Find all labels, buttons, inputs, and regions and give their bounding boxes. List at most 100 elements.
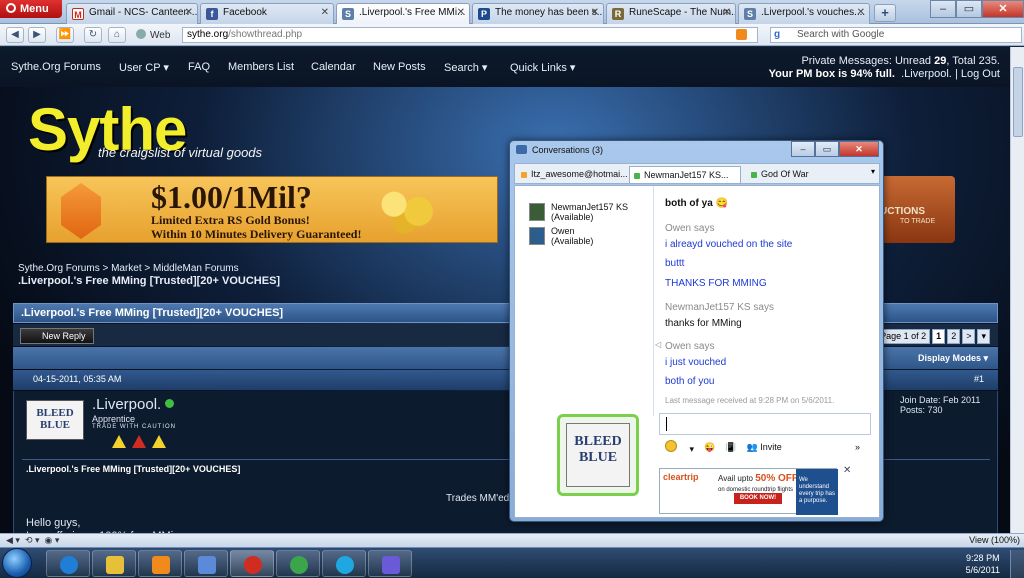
tab-close-icon[interactable]: ✕ [321,7,329,18]
auctions-sub: TO TRADE [900,218,936,225]
cleartrip-ad[interactable]: cleartrip Avail upto 50% OFF on domestic … [659,468,838,515]
tab-close-icon[interactable]: ✕ [857,7,865,18]
text-caret [666,417,667,431]
nav-user-cp[interactable]: User CP ▾ [119,61,169,74]
taskbar-opera[interactable] [230,550,274,577]
taskbar-paint[interactable] [184,550,228,577]
display-picture[interactable]: BLEED BLUE [557,414,639,496]
page-menu-chevron-icon[interactable]: ▾ [977,329,990,344]
tab-close-icon[interactable]: ✕ [185,7,193,18]
more-options-button[interactable]: » [855,442,860,452]
forward-button[interactable]: ▶ [28,27,46,43]
pm-username[interactable]: .Liverpool. [901,68,952,80]
reload-button[interactable]: ↻ [84,27,102,43]
close-button[interactable]: ✕ [982,0,1024,18]
post-username[interactable]: .Liverpool. [92,396,175,413]
tab-close-icon[interactable]: ✕ [723,7,731,18]
conversation-tab-itz-awesome[interactable]: Itz_awesome@hotmai... [517,166,627,183]
page-1-link[interactable]: 1 [932,329,946,344]
messenger-close-button[interactable]: ✕ [839,141,879,157]
pm-line1-mid: , Total [946,55,979,67]
home-button[interactable]: ⌂ [108,27,126,43]
nav-faq[interactable]: FAQ [188,61,210,73]
clock[interactable]: 9:28 PM 5/6/2011 [966,552,1000,576]
taskbar-media-player[interactable] [138,550,182,577]
user-avatar[interactable]: BLEED BLUE [26,400,84,440]
search-input[interactable]: g Search with Google [770,27,1022,43]
display-modes-menu[interactable]: Display Modes ▾ [918,353,988,364]
page-scrollbar[interactable] [1010,47,1024,533]
nav-quick-links[interactable]: Quick Links ▾ [510,61,575,74]
logout-link[interactable]: | Log Out [955,68,1000,80]
scrollbar-thumb[interactable] [1013,67,1023,137]
folder-icon [106,556,124,574]
status-icon [634,173,640,179]
gold-ad-banner[interactable]: $1.00/1Mil? Limited Extra RS Gold Bonus!… [46,176,498,243]
post-number[interactable]: #1 [974,374,984,384]
nudge-button[interactable]: 📳 [725,442,736,453]
taskbar-skype[interactable] [322,550,366,577]
tab-close-icon[interactable]: ✕ [457,7,465,18]
maximize-button[interactable]: ▭ [956,0,982,18]
opera-icon [244,556,262,574]
taskbar-ie[interactable] [46,550,90,577]
next-page-link[interactable]: > [962,329,976,344]
status-bar-tools[interactable]: ◀ ▾ ⟲ ▾ ◉ ▾ [6,535,59,546]
tab-facebook[interactable]: f Facebook ✕ [200,3,334,24]
wink-button[interactable]: 😜 [704,442,715,453]
site-navbar: Sythe.Org Forums User CP ▾ FAQ Members L… [0,47,1010,87]
nav-search[interactable]: Search ▾ [444,61,487,74]
tab-sythe-thread[interactable]: S .Liverpool.'s Free MMi... ✕ [336,3,470,24]
window-controls: ‒ ▭ ✕ [930,0,1024,20]
messenger-window-controls: ‒ ▭ ✕ [791,141,879,157]
nav-calendar[interactable]: Calendar [311,61,356,73]
page-2-link[interactable]: 2 [947,329,961,344]
contact-newmanjet[interactable]: NewmanJet157 KS (Available) [529,202,628,222]
tabs-overflow-chevron-icon[interactable]: ▾ [871,167,875,176]
show-desktop-button[interactable] [1010,550,1024,578]
contact-owen[interactable]: Owen (Available) [529,226,593,246]
ad-book-now-button[interactable]: BOOK NOW! [734,493,782,504]
nav-members-list[interactable]: Members List [228,61,294,73]
new-reply-button[interactable]: New Reply [20,328,94,344]
tab-close-icon[interactable]: ✕ [591,7,599,18]
invite-button[interactable]: 👥 Invite [746,442,791,453]
conversation-tab-god-of-war[interactable]: God Of War [747,166,857,183]
nav-forums-home[interactable]: Sythe.Org Forums [11,61,101,73]
user-join-info: Join Date: Feb 2011 Posts: 730 [900,395,980,415]
minimize-button[interactable]: ‒ [930,0,956,18]
messenger-minimize-button[interactable]: ‒ [791,141,815,157]
conversation-tab-newmanjet[interactable]: NewmanJet157 KS... [629,166,741,183]
taskbar-explorer[interactable] [92,550,136,577]
breadcrumb-path[interactable]: Sythe.Org Forums > Market > MiddleMan Fo… [18,263,280,275]
opera-logo-icon [6,3,16,13]
fast-forward-button[interactable]: ⏩ [56,27,74,43]
warning-icon [112,435,126,448]
address-bar[interactable]: sythe.org/showthread.php [182,27,758,43]
new-tab-button[interactable]: + [874,4,896,22]
taskbar-messenger[interactable] [368,550,412,577]
opera-menu-button[interactable]: Menu [0,0,62,18]
tab-label: .Liverpool.'s Free MMi... [359,7,466,18]
url-domain: sythe.org [187,29,229,40]
pm-unread[interactable]: 29 [934,55,946,67]
tab-runescape[interactable]: R RuneScape - The Num... ✕ [606,3,736,24]
banner-price: $1.00/1Mil? [151,179,312,215]
collapse-chevron-icon[interactable]: ◁ [655,340,661,349]
tab-paypal[interactable]: P The money has been s... ✕ [472,3,604,24]
banner-line2: Within 10 Minutes Delivery Guaranteed! [151,227,362,241]
taskbar-chrome[interactable] [276,550,320,577]
nav-new-posts[interactable]: New Posts [373,61,426,73]
rss-feed-icon[interactable] [736,29,747,40]
contact-avatar [529,227,545,245]
ad-close-icon[interactable]: ✕ [843,465,851,476]
tab-sythe-vouches[interactable]: S .Liverpool.'s vouches.... ✕ [738,3,870,24]
message-input[interactable] [659,413,871,435]
emoticon-button[interactable]: ▾ [665,440,694,455]
back-button[interactable]: ◀ [6,27,24,43]
start-button[interactable] [2,548,32,578]
tab-gmail[interactable]: M Gmail - NCS- Canteen ... ✕ [66,3,198,24]
zoom-level[interactable]: View (100%) [969,535,1020,545]
messenger-title: Conversations (3) [532,145,604,155]
messenger-maximize-button[interactable]: ▭ [815,141,839,157]
